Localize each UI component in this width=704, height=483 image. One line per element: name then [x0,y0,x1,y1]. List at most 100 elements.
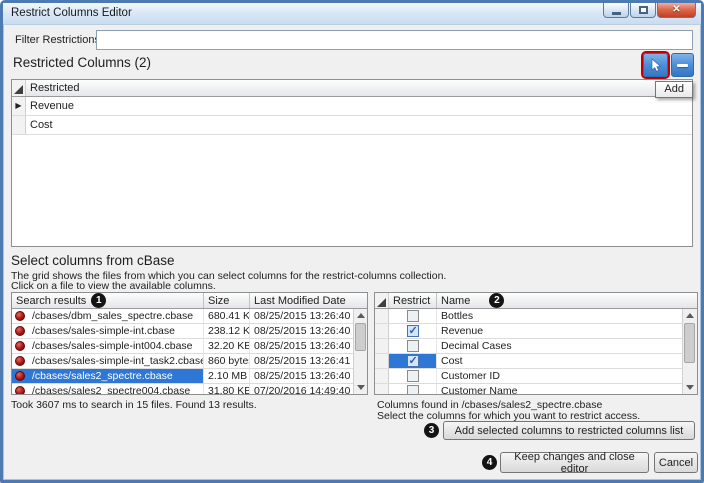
restricted-cell[interactable]: Cost [26,116,692,134]
annotation-badge-1: 1 [91,293,107,308]
file-name-cell[interactable]: /cbases/sales2_spectre004.cbase [28,384,204,394]
add-restriction-button[interactable] [641,51,670,79]
column-name-cell[interactable]: Customer Name [437,384,682,394]
select-columns-heading: Select columns from cBase [11,253,175,268]
arrow-down-icon [356,385,365,390]
minimize-icon [611,11,621,15]
search-results-header[interactable]: Search results 1 [12,293,204,308]
scrollbar-thumb[interactable] [684,323,695,363]
cancel-button[interactable]: Cancel [654,452,698,473]
restricted-cell[interactable]: Revenue [26,97,692,115]
column-name-cell[interactable]: Decimal Cases [437,339,682,353]
name-header[interactable]: Name 2 [437,293,697,308]
row-indicator [375,384,389,394]
file-date-cell: 08/25/2015 13:26:40 [254,310,351,322]
scroll-up-button[interactable] [354,309,367,322]
file-row[interactable]: /cbases/sales2_spectre004.cbase 31.80 KB… [12,384,367,395]
column-name-cell[interactable]: Cost [437,354,682,368]
row-indicator [375,324,389,338]
restrict-checkbox[interactable] [406,370,419,382]
column-row[interactable]: Decimal Cases [375,339,697,354]
file-name-cell[interactable]: /cbases/sales2_spectre.cbase [28,369,204,383]
row-indicator [12,116,26,134]
maximize-button[interactable] [630,3,656,18]
search-status-text: Took 3607 ms to search in 15 files. Foun… [11,399,257,411]
last-modified-header[interactable]: Last Modified Date [250,293,367,308]
file-date-cell: 08/25/2015 13:26:40 [254,325,351,337]
arrow-down-icon [685,385,694,390]
restrict-columns-editor-dialog: Restrict Columns Editor ✕ Filter Restric… [0,0,704,483]
scrollbar-thumb[interactable] [355,323,366,351]
annotation-badge-3: 3 [424,423,439,438]
name-header-label: Name [441,294,471,307]
column-row[interactable]: Customer Name [375,384,697,394]
file-size-cell: 32.20 KB [204,339,250,353]
corner-triangle-icon [377,297,386,307]
cbase-file-icon [15,326,25,336]
select-all-corner[interactable] [12,80,26,96]
column-row-selected[interactable]: Cost [375,354,697,369]
column-name-cell[interactable]: Revenue [437,324,682,338]
restricted-row-cost[interactable]: Cost [12,116,692,135]
file-date-cell: 07/20/2016 14:49:40 [254,385,351,395]
window-title: Restrict Columns Editor [11,7,132,19]
restrict-checkbox[interactable] [406,324,419,337]
restrict-header[interactable]: Restrict [389,293,437,308]
add-selected-columns-button[interactable]: Add selected columns to restricted colum… [443,421,695,440]
search-results-header-label: Search results [16,294,87,307]
file-row-selected[interactable]: /cbases/sales2_spectre.cbase 2.10 MB 08/… [12,369,367,384]
columns-vertical-scrollbar[interactable] [682,309,697,394]
column-row[interactable]: Revenue [375,324,697,339]
file-date-cell: 08/25/2015 13:26:40 [254,340,351,352]
file-row[interactable]: /cbases/dbm_sales_spectre.cbase 680.41 K… [12,309,367,324]
row-indicator: ▶ [12,97,26,115]
select-all-corner[interactable] [375,293,389,308]
row-indicator [375,339,389,353]
add-button-tooltip: Add [655,81,693,98]
restrict-checkbox[interactable] [406,385,419,394]
column-name-cell[interactable]: Customer ID [437,369,682,383]
arrow-up-icon [685,313,694,318]
annotation-badge-2: 2 [489,293,505,308]
scroll-down-button[interactable] [354,381,367,394]
column-row[interactable]: Bottles [375,309,697,324]
close-button[interactable]: ✕ [657,3,696,18]
scroll-down-button[interactable] [683,381,696,394]
files-vertical-scrollbar[interactable] [353,309,367,394]
file-row[interactable]: /cbases/sales-simple-int004.cbase 32.20 … [12,339,367,354]
cbase-file-icon [15,356,25,366]
file-size-cell: 860 bytes [204,354,250,368]
restricted-columns-heading: Restricted Columns (2) [13,55,152,70]
files-grid-header: Search results 1 Size Last Modified Date [12,293,367,309]
file-name-cell[interactable]: /cbases/sales-simple-int004.cbase [28,339,204,353]
column-row[interactable]: Customer ID [375,369,697,384]
row-indicator [375,309,389,323]
restrict-checkbox[interactable] [406,340,419,352]
close-icon: ✕ [672,4,681,15]
scroll-up-button[interactable] [683,309,696,322]
restricted-column-header[interactable]: Restricted [26,80,692,96]
window-controls: ✕ [603,3,696,18]
file-name-cell[interactable]: /cbases/sales-simple-int.cbase [28,324,204,338]
cbase-file-icon [15,341,25,351]
columns-grid-header: Restrict Name 2 [375,293,697,309]
restricted-row-revenue[interactable]: ▶ Revenue [12,97,692,116]
restricted-grid-header: Restricted [12,80,692,97]
column-name-cell[interactable]: Bottles [437,309,682,323]
file-name-cell[interactable]: /cbases/dbm_sales_spectre.cbase [28,309,204,323]
keep-changes-button[interactable]: Keep changes and close editor [500,451,649,475]
minimize-button[interactable] [603,3,629,18]
remove-restriction-button[interactable] [671,53,694,77]
filter-restrictions-input[interactable] [96,30,693,50]
file-size-cell: 680.41 KB [204,309,250,323]
file-row[interactable]: /cbases/sales-simple-int_task2.cbase 860… [12,354,367,369]
filter-restrictions-label: Filter Restrictions: [15,34,104,46]
file-date-cell: 08/25/2015 13:26:41 [254,355,351,367]
restrict-checkbox[interactable] [406,354,419,367]
size-header[interactable]: Size [204,293,250,308]
restrict-checkbox[interactable] [406,310,419,322]
title-bar[interactable]: Restrict Columns Editor [3,3,701,25]
file-row[interactable]: /cbases/sales-simple-int.cbase 238.12 KB… [12,324,367,339]
file-size-cell: 2.10 MB [204,369,250,383]
file-name-cell[interactable]: /cbases/sales-simple-int_task2.cbase [28,354,204,368]
